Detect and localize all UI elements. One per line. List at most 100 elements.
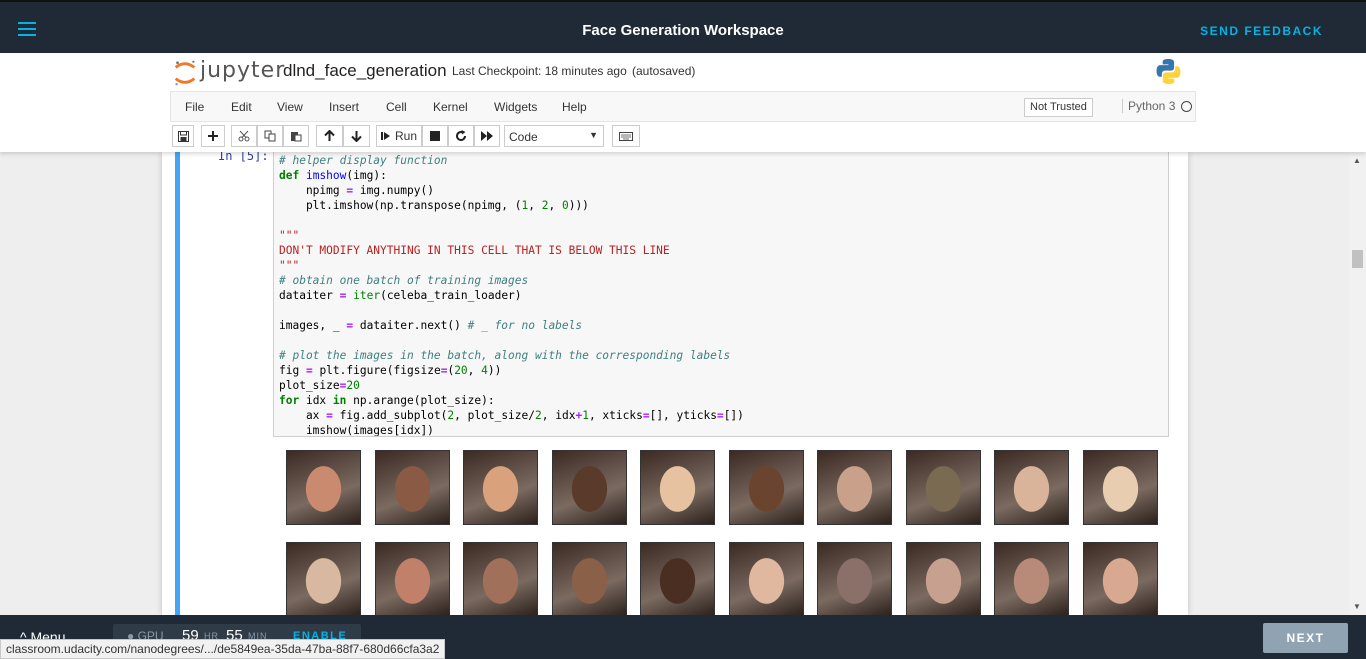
face-image [374,450,450,525]
next-button[interactable]: NEXT [1263,623,1348,653]
run-button[interactable]: Run [376,125,422,147]
autosave-status: (autosaved) [632,64,696,78]
notebook-toolbar: Run Code ▼ [170,125,670,149]
save-icon [177,130,189,142]
restart-button[interactable] [448,125,474,147]
not-trusted-button[interactable]: Not Trusted [1024,98,1093,117]
code-line: plt.imshow(np.transpose(npimg, (1, 2, 0)… [279,199,589,212]
code-line: # plot the images in the batch, along wi… [279,349,731,362]
code-line: # helper display function [279,154,448,167]
save-button[interactable] [172,125,194,147]
face-image [1082,542,1158,615]
face-image [817,450,892,525]
code-line: """ [279,259,300,272]
selected-cell-indicator [175,152,180,615]
scissors-icon [238,130,250,142]
stop-icon [430,131,440,141]
copy-button[interactable] [257,125,283,147]
code-line: # obtain one batch of training images [279,274,529,287]
face-image [994,450,1069,525]
insert-cell-button[interactable] [201,125,225,147]
face-image [286,450,361,525]
notebook-name[interactable]: dlnd_face_generation [283,61,447,81]
menu-view[interactable]: View [277,100,303,114]
plus-icon [208,131,218,141]
menu-kernel[interactable]: Kernel [433,100,468,114]
code-line: npimg = img.numpy() [279,184,434,197]
send-feedback-link[interactable]: SEND FEEDBACK [1200,24,1323,38]
face-image [817,542,892,615]
face-image [728,450,804,525]
notebook-container: In [5]: # helper display function def ims… [162,152,1188,615]
face-image [640,542,715,615]
restart-run-all-button[interactable] [474,125,500,147]
jupyter-logo-icon [174,60,196,86]
face-image [374,542,450,615]
menu-cell[interactable]: Cell [386,100,407,114]
status-bar-url: classroom.udacity.com/nanodegrees/.../de… [0,639,446,659]
paste-button[interactable] [283,125,309,147]
scroll-up-icon[interactable]: ▲ [1353,156,1361,165]
face-image [640,450,715,525]
kernel-name[interactable]: Python 3 [1122,99,1175,113]
dropdown-caret-icon: ▼ [589,130,598,140]
kernel-status-icon [1181,101,1192,112]
scrollbar-thumb[interactable] [1352,250,1363,268]
code-line: DON'T MODIFY ANYTHING IN THIS CELL THAT … [279,244,670,257]
code-line: images, _ = dataiter.next() # _ for no l… [279,319,583,332]
workspace-title: Face Generation Workspace [582,22,784,39]
code-line: plot_size=20 [279,379,360,392]
step-forward-icon [380,132,390,140]
face-image [551,450,627,525]
jupyter-logo-text: jupyter [200,58,286,83]
fast-forward-icon [481,131,493,141]
keyboard-icon [619,131,633,141]
face-image [551,542,627,615]
code-line: dataiter = iter(celeba_train_loader) [279,289,522,302]
code-line: ax = fig.add_subplot(2, plot_size/2, idx… [279,409,744,422]
menu-help[interactable]: Help [562,100,587,114]
code-line: fig = plt.figure(figsize=(20, 4)) [279,364,502,377]
cut-button[interactable] [231,125,257,147]
code-editor[interactable]: # helper display function def imshow(img)… [273,152,1169,437]
interrupt-button[interactable] [422,125,448,147]
arrow-up-icon [324,130,335,141]
code-line: for idx in np.arange(plot_size): [279,394,495,407]
notebook-menubar: File Edit View Insert Cell Kernel Widget… [170,91,1196,122]
face-image [728,542,804,615]
cell-prompt: In [5]: [218,152,269,163]
workspace-header: Face Generation Workspace SEND FEEDBACK [0,0,1366,53]
menu-insert[interactable]: Insert [329,100,359,114]
face-image [905,542,981,615]
run-label: Run [394,129,417,143]
menu-file[interactable]: File [185,100,204,114]
command-palette-button[interactable] [612,125,640,147]
paste-icon [291,132,302,142]
move-down-button[interactable] [343,125,370,147]
face-image [994,542,1069,615]
last-checkpoint: Last Checkpoint: 18 minutes ago [452,64,627,78]
jupyter-header: jupyter dlnd_face_generation Last Checkp… [0,53,1366,152]
face-image [463,542,538,615]
menu-edit[interactable]: Edit [231,100,252,114]
copy-icon [264,130,276,142]
code-line: imshow(images[idx]) [279,424,434,437]
page-scrollbar[interactable]: ▲ ▼ [1349,152,1366,615]
cell-type-value: Code [509,130,538,144]
code-line: """ [279,229,300,242]
python-logo-icon [1156,59,1181,84]
cell-type-select[interactable]: Code ▼ [504,125,604,147]
move-up-button[interactable] [316,125,343,147]
scroll-down-icon[interactable]: ▼ [1353,602,1361,611]
face-image [1082,450,1158,525]
menu-widgets[interactable]: Widgets [494,100,537,114]
face-image [463,450,538,525]
face-image [286,542,361,615]
restart-icon [456,130,466,141]
output-image-grid [286,450,1158,615]
code-line: def imshow(img): [279,169,387,182]
arrow-down-icon [351,131,362,142]
